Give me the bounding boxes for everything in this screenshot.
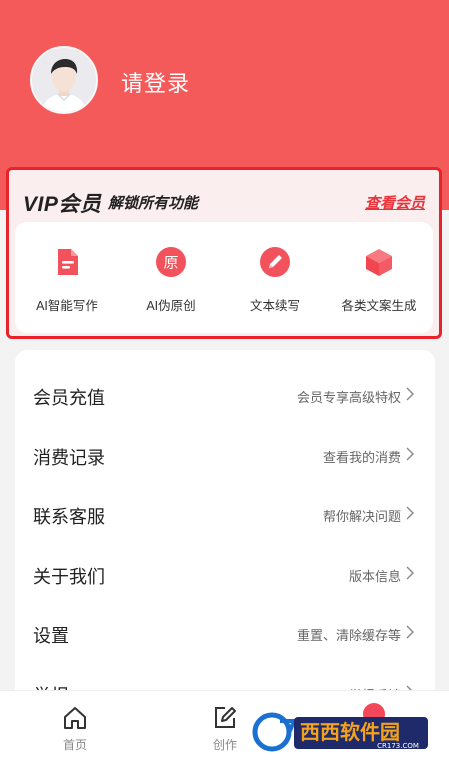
feature-continue-writing[interactable]: 文本续写 — [223, 222, 327, 333]
feature-copy-generation[interactable]: 各类文案生成 — [327, 222, 431, 333]
chevron-right-icon — [406, 506, 414, 520]
menu-item-label: 关于我们 — [33, 567, 105, 587]
feature-ai-writing[interactable]: AI智能写作 — [15, 222, 119, 333]
nav-label: 首页 — [62, 738, 87, 752]
menu-item-desc: 帮你解决问题 — [322, 509, 401, 524]
watermark-url: CR173.COM — [377, 742, 419, 750]
menu-item-desc: 版本信息 — [348, 569, 401, 584]
feature-ai-rewrite[interactable]: 原 AI伪原创 — [119, 222, 223, 333]
original-badge-icon: 原 — [156, 247, 186, 277]
home-icon — [64, 707, 86, 729]
login-prompt[interactable]: 请登录 — [121, 66, 190, 98]
cube-icon — [366, 249, 392, 276]
view-membership-link[interactable]: 查看会员 — [365, 192, 425, 213]
menu-item-settings[interactable]: 设置 重置、清除缓存等 — [15, 603, 435, 662]
vip-title: VIP会员 — [23, 193, 102, 216]
menu-item-desc: 重置、清除缓存等 — [296, 628, 401, 643]
pencil-icon — [260, 247, 290, 277]
document-icon — [58, 249, 78, 275]
avatar[interactable] — [30, 46, 98, 114]
menu-item-desc: 会员专享高级特权 — [296, 390, 401, 405]
chevron-right-icon — [406, 447, 414, 461]
menu-item-about[interactable]: 关于我们 版本信息 — [15, 544, 435, 603]
feature-label: 文本续写 — [249, 299, 300, 313]
watermark-text: 西西软件园 — [300, 720, 400, 744]
nav-home[interactable]: 首页 — [35, 691, 115, 764]
original-glyph: 原 — [163, 254, 178, 272]
chevron-right-icon — [406, 625, 414, 639]
feature-label: AI智能写作 — [36, 299, 98, 313]
menu-item-label: 消费记录 — [33, 448, 105, 468]
chevron-right-icon — [406, 566, 414, 580]
feature-label: 各类文案生成 — [341, 299, 417, 313]
chevron-right-icon — [406, 387, 414, 401]
menu-item-consumption[interactable]: 消费记录 查看我的消费 — [15, 425, 435, 484]
menu-item-label: 联系客服 — [33, 507, 105, 527]
watermark-logo: 西西软件园 CR173.COM — [252, 712, 428, 752]
vip-subtitle: 解锁所有功能 — [108, 195, 199, 212]
user-avatar-icon — [32, 48, 96, 112]
menu-item-recharge[interactable]: 会员充值 会员专享高级特权 — [15, 365, 435, 424]
edit-icon — [215, 707, 236, 728]
menu-item-desc: 查看我的消费 — [322, 450, 401, 465]
feature-label: AI伪原创 — [146, 299, 196, 313]
settings-menu: 会员充值 会员专享高级特权 消费记录 查看我的消费 联系客服 帮你解决问题 关于… — [15, 350, 435, 710]
vip-panel: VIP会员 解锁所有功能 查看会员 AI智能写作 原 AI伪原创 文本续写 各类… — [6, 167, 442, 339]
menu-item-label: 设置 — [33, 626, 69, 646]
feature-card: AI智能写作 原 AI伪原创 文本续写 各类文案生成 — [15, 222, 433, 333]
menu-item-label: 会员充值 — [33, 388, 105, 408]
menu-item-support[interactable]: 联系客服 帮你解决问题 — [15, 484, 435, 543]
